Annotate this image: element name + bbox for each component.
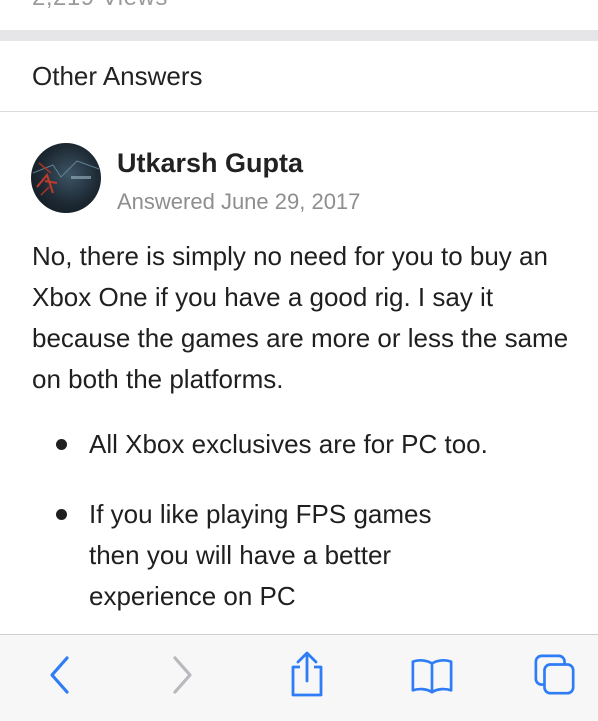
share-button[interactable] (285, 651, 329, 697)
bullet-icon (56, 509, 67, 520)
back-button[interactable] (38, 653, 82, 697)
list-item: If you like playing FPS games then you w… (0, 494, 489, 617)
bullet-icon (56, 439, 67, 450)
bookmarks-button[interactable] (410, 653, 454, 697)
share-icon (291, 651, 323, 697)
answer-bullet-list: All Xbox exclusives are for PC too. If y… (0, 424, 598, 617)
forward-icon (173, 656, 192, 694)
tabs-icon (534, 654, 575, 695)
avatar[interactable] (31, 143, 101, 213)
browser-toolbar (0, 634, 598, 721)
back-icon (50, 656, 69, 694)
bookmarks-icon (411, 659, 453, 694)
other-answers-header: Other Answers (0, 41, 598, 112)
list-item: All Xbox exclusives are for PC too. (0, 424, 489, 465)
views-count: 2,219 Views (32, 0, 168, 12)
answered-date: Answered June 29, 2017 (117, 189, 361, 214)
bullet-text: If you like playing FPS games then you w… (89, 499, 432, 611)
answer-paragraph: No, there is simply no need for you to b… (32, 241, 569, 394)
views-strip: 2,219 Views (0, 0, 598, 30)
section-title: Other Answers (32, 61, 203, 91)
section-divider (0, 30, 598, 41)
author-name[interactable]: Utkarsh Gupta (117, 148, 303, 179)
forward-button[interactable] (160, 653, 204, 697)
bullet-text: All Xbox exclusives are for PC too. (89, 429, 488, 459)
tabs-button[interactable] (533, 653, 577, 697)
